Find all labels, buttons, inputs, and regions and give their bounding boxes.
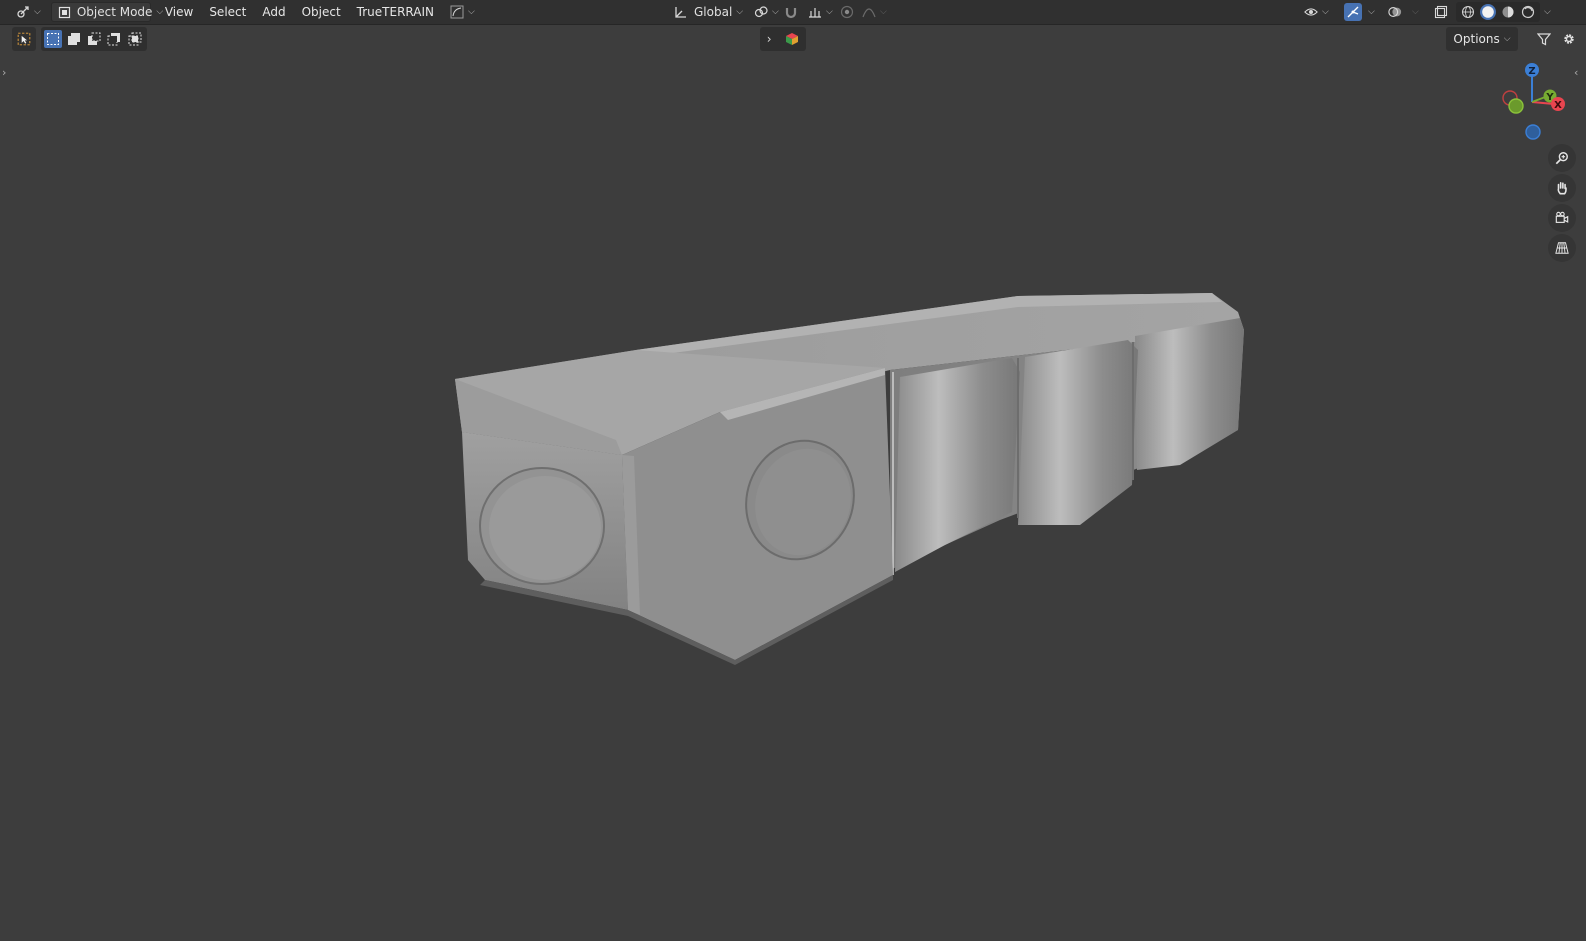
viewport-scene[interactable] [0,0,1586,941]
pan-button[interactable] [1548,174,1576,202]
gizmo-neg-y[interactable] [1508,98,1524,114]
gizmo-neg-z[interactable] [1525,124,1541,140]
gizmo-axis-z[interactable]: Z [1525,63,1539,77]
zoom-button[interactable] [1548,144,1576,172]
perspective-toggle-button[interactable] [1548,234,1576,262]
svg-text:X: X [1554,100,1562,111]
gizmo-axis-x[interactable]: X [1551,97,1565,111]
navigation-gizmo[interactable]: Z Y X [1496,60,1574,144]
camera-view-icon [1555,211,1569,225]
perspective-grid-icon [1555,241,1569,255]
zoom-icon [1555,151,1569,165]
mesh-object[interactable] [455,293,1244,665]
camera-view-button[interactable] [1548,204,1576,232]
pan-hand-icon [1555,181,1569,195]
svg-text:Z: Z [1528,66,1535,77]
